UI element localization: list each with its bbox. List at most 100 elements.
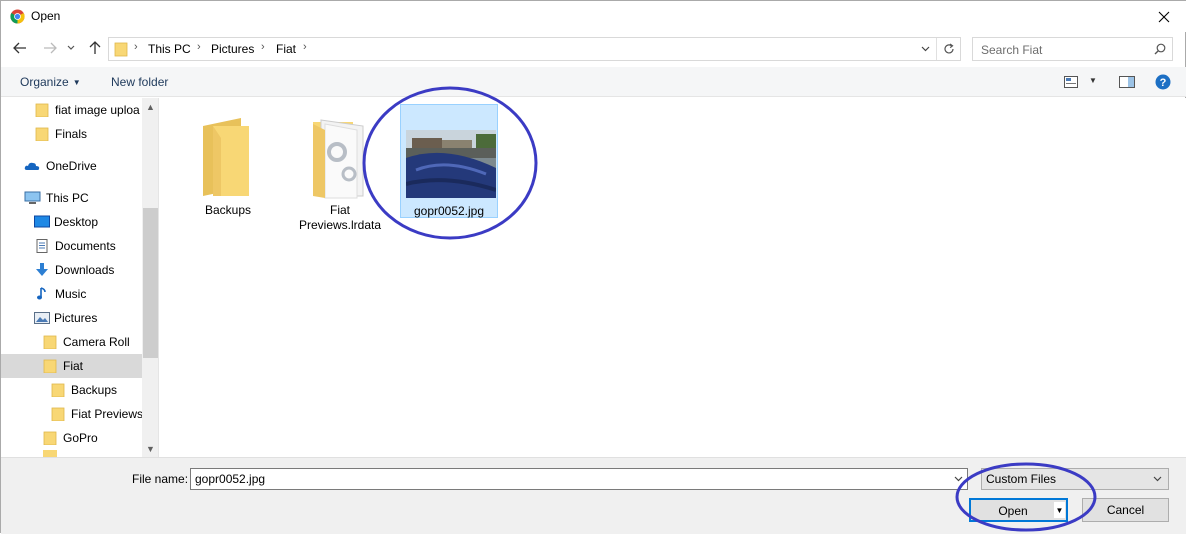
change-view-icon[interactable] (1064, 76, 1078, 88)
window-title: Open (31, 9, 61, 23)
sidebar-item-this-pc[interactable]: This PC (1, 186, 142, 210)
breadcrumb-separator-icon: › (261, 41, 265, 53)
folder-icon (43, 335, 57, 349)
search-icon (1154, 43, 1166, 55)
folder-icon (43, 450, 57, 457)
file-type-value: Custom Files (986, 472, 1057, 486)
desktop-icon (34, 215, 50, 228)
sidebar-item-label: Pictures (54, 311, 98, 325)
dialog-footer: File name: gopr0052.jpg Custom Files Ope… (1, 457, 1186, 534)
folder-icon (51, 383, 65, 397)
breadcrumb-pictures[interactable]: Pictures (211, 42, 254, 56)
computer-icon (24, 191, 41, 204)
folder-icon (114, 42, 128, 57)
chrome-icon (10, 9, 25, 24)
navigation-scrollbar[interactable]: ▲ ▼ (142, 98, 158, 457)
scrollbar-thumb[interactable] (143, 208, 158, 358)
file-name: gopr0052.jpg (413, 204, 485, 218)
sidebar-item-gopro[interactable]: GoPro (1, 426, 142, 450)
sidebar-item-fiat[interactable]: Fiat (1, 354, 142, 378)
search-input[interactable]: Search Fiat (972, 37, 1173, 61)
close-button[interactable] (1141, 1, 1186, 32)
sidebar-item-label: GoPro (63, 431, 98, 445)
file-item-fiat-previews-lrdata[interactable]: Fiat Previews.lrdata (291, 104, 389, 232)
scroll-up-arrow-icon[interactable]: ▲ (142, 98, 158, 115)
address-dropdown-button[interactable] (916, 38, 934, 60)
sidebar-item-pictures[interactable]: Pictures (1, 306, 142, 330)
up-button[interactable] (86, 38, 104, 58)
pictures-icon (34, 312, 50, 324)
sidebar-item-label: Backups (71, 383, 118, 397)
chevron-down-icon (954, 476, 963, 482)
open-button[interactable]: Open ▼ (969, 498, 1068, 522)
sidebar-item-desktop[interactable]: Desktop (1, 210, 142, 234)
sidebar-item-label: Fiat Previews. (71, 407, 142, 421)
sidebar-item-music[interactable]: Music (1, 282, 142, 306)
file-name-label: File name: (132, 472, 189, 486)
arrow-up-icon (89, 41, 101, 54)
onedrive-icon (24, 162, 40, 170)
sidebar-item-label: Fiat (63, 359, 84, 373)
title-bar: Open (1, 1, 1186, 32)
refresh-button[interactable] (936, 38, 960, 60)
sidebar-item-fiat-image-upload[interactable]: fiat image uploa (1, 98, 142, 122)
organize-label: Organize (20, 75, 69, 89)
open-options-chevron-down-icon[interactable]: ▼ (1054, 502, 1065, 518)
navigation-pane: fiat image uploa Finals OneDrive This PC… (1, 98, 159, 457)
open-button-label: Open (998, 504, 1028, 518)
preview-pane-icon[interactable] (1119, 76, 1135, 88)
chevron-down-icon: ▼ (72, 78, 81, 87)
music-icon (37, 287, 46, 300)
refresh-icon (943, 43, 954, 54)
sidebar-item-finals[interactable]: Finals (1, 122, 142, 146)
folder-icon (43, 431, 57, 445)
sidebar-item-camera-roll[interactable]: Camera Roll (1, 330, 142, 354)
svg-text:?: ? (1160, 77, 1167, 89)
forward-button[interactable] (41, 38, 59, 58)
cancel-button[interactable]: Cancel (1082, 498, 1169, 522)
breadcrumb-fiat[interactable]: Fiat (276, 42, 296, 56)
documents-icon (36, 239, 48, 253)
new-folder-button[interactable]: New folder (111, 75, 168, 89)
file-name-line2: Previews.lrdata (298, 218, 382, 232)
image-thumbnail (406, 130, 496, 198)
view-options-chevron-down-icon[interactable]: ▼ (1089, 76, 1097, 85)
scroll-down-arrow-icon[interactable]: ▼ (142, 440, 158, 457)
breadcrumb-this-pc[interactable]: This PC (148, 42, 191, 56)
file-name-line1: Fiat (329, 203, 350, 217)
folder-icon (43, 359, 57, 373)
settings-folder-icon (313, 119, 364, 199)
address-bar[interactable]: › This PC › Pictures › Fiat › (108, 37, 961, 61)
file-type-dropdown-button[interactable] (1149, 469, 1166, 489)
breadcrumb-separator-icon: › (303, 41, 307, 53)
search-placeholder: Search Fiat (981, 43, 1043, 57)
sidebar-item-backups[interactable]: Backups (1, 378, 142, 402)
sidebar-item-documents[interactable]: Documents (1, 234, 142, 258)
file-type-select[interactable]: Custom Files (981, 468, 1169, 490)
folder-icon (35, 103, 49, 117)
back-button[interactable] (11, 38, 29, 58)
sidebar-item-downloads[interactable]: Downloads (1, 258, 142, 282)
sidebar-item-label: fiat image uploa (55, 103, 140, 117)
organize-button[interactable]: Organize ▼ (20, 75, 81, 89)
navigation-bar: › This PC › Pictures › Fiat › Search Fia… (1, 34, 1186, 62)
breadcrumb-separator-icon: › (197, 41, 201, 53)
open-file-dialog: Open › This PC › Pictures › Fiat › Searc… (0, 0, 1186, 534)
downloads-icon (36, 263, 48, 276)
file-item-gopr0052-jpg[interactable]: gopr0052.jpg (400, 104, 498, 218)
sidebar-item-fiat-previews[interactable]: Fiat Previews. (1, 402, 142, 426)
chevron-down-icon (921, 46, 929, 52)
sidebar-item-onedrive[interactable]: OneDrive (1, 154, 142, 178)
arrow-right-icon (44, 42, 57, 54)
file-name-dropdown-button[interactable] (950, 469, 967, 489)
file-item-backups[interactable]: Backups (179, 104, 277, 218)
file-name: Backups (204, 203, 252, 217)
file-list: Backups Fiat Previews.lrdata gopr0052.jp… (160, 98, 1186, 457)
folder-icon (51, 407, 65, 421)
folder-icon (203, 118, 249, 196)
file-name-field[interactable]: gopr0052.jpg (190, 468, 968, 490)
recent-locations-button[interactable] (65, 38, 77, 58)
help-icon[interactable]: ? (1155, 74, 1171, 90)
sidebar-item-label: OneDrive (46, 159, 97, 173)
sidebar-item-label: Finals (55, 127, 88, 141)
